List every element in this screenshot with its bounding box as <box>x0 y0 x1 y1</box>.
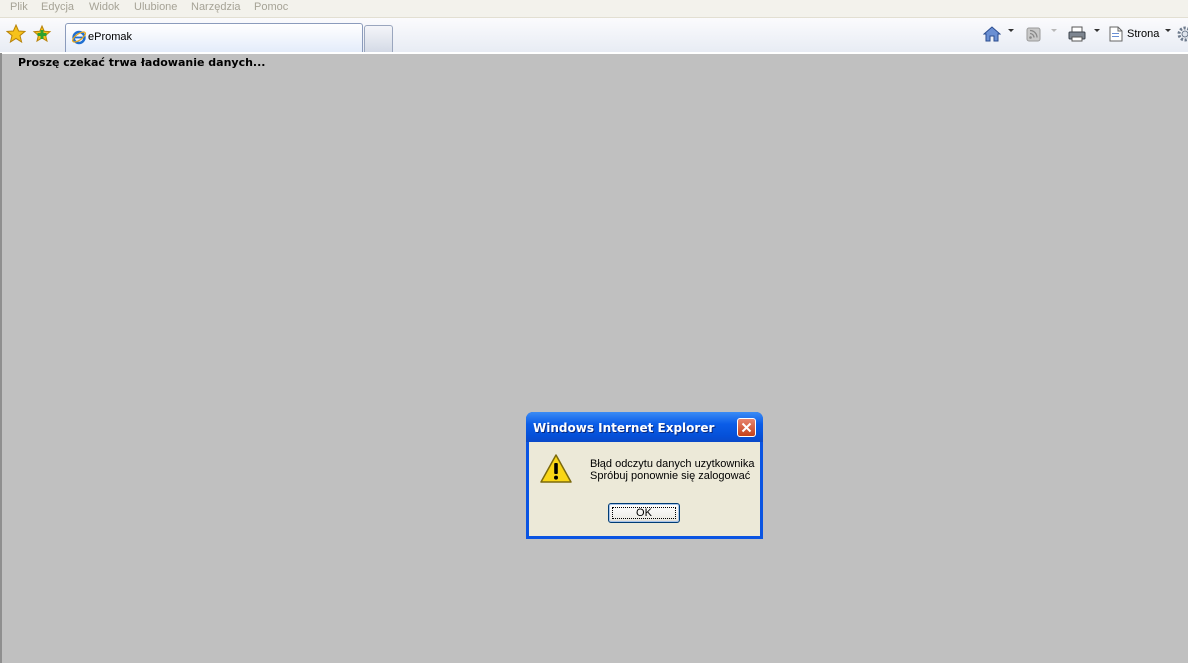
rss-feed-icon[interactable] <box>1025 25 1043 43</box>
page-icon[interactable] <box>1107 25 1125 43</box>
home-icon[interactable] <box>982 25 1002 43</box>
new-tab-button[interactable] <box>364 25 393 52</box>
page-dropdown-icon[interactable] <box>1165 29 1171 32</box>
tab-epromak[interactable]: ePromak <box>65 23 363 52</box>
tab-title: ePromak <box>88 31 133 43</box>
menu-item-narzedzia[interactable]: Narzędzia <box>191 0 241 16</box>
print-dropdown-icon[interactable] <box>1094 29 1100 32</box>
dialog-message-line1: Błąd odczytu danych uzytkownika <box>590 458 755 470</box>
page-menu-label[interactable]: Strona <box>1127 28 1159 40</box>
menu-item-pomoc[interactable]: Pomoc <box>254 0 288 16</box>
dialog-message-line2: Spróbuj ponownie się zalogować <box>590 470 751 482</box>
close-button[interactable] <box>737 418 756 437</box>
ok-button[interactable]: OK <box>608 503 680 523</box>
dialog-body: Błąd odczytu danych uzytkownika Spróbuj … <box>529 442 760 536</box>
warning-icon <box>539 453 573 485</box>
menu-item-edycja[interactable]: Edycja <box>41 0 74 16</box>
content-left-border <box>0 53 2 663</box>
alert-dialog: Windows Internet Explorer Błąd odczytu d… <box>526 412 763 539</box>
close-icon <box>741 422 752 433</box>
ie-logo-icon <box>71 29 87 45</box>
menu-bar: Plik Edycja Widok Ulubione Narzędzia Pom… <box>0 0 1188 18</box>
favorites-star-icon[interactable] <box>5 23 27 44</box>
add-favorites-icon[interactable] <box>32 24 52 44</box>
dialog-titlebar[interactable]: Windows Internet Explorer <box>526 412 763 442</box>
menu-item-ulubione[interactable]: Ulubione <box>134 0 177 16</box>
tools-gear-icon[interactable] <box>1176 25 1188 43</box>
focus-rect <box>612 507 676 519</box>
print-icon[interactable] <box>1068 25 1086 43</box>
menu-item-widok[interactable]: Widok <box>89 0 120 16</box>
loading-message: Proszę czekać trwa ładowanie danych... <box>18 56 266 69</box>
home-dropdown-icon[interactable] <box>1008 29 1014 32</box>
command-bar: ePromak Strona <box>0 18 1188 53</box>
rss-dropdown-icon[interactable] <box>1051 29 1057 32</box>
content-top-border <box>0 52 1188 54</box>
dialog-title: Windows Internet Explorer <box>533 421 715 435</box>
menu-item-plik[interactable]: Plik <box>10 0 28 16</box>
